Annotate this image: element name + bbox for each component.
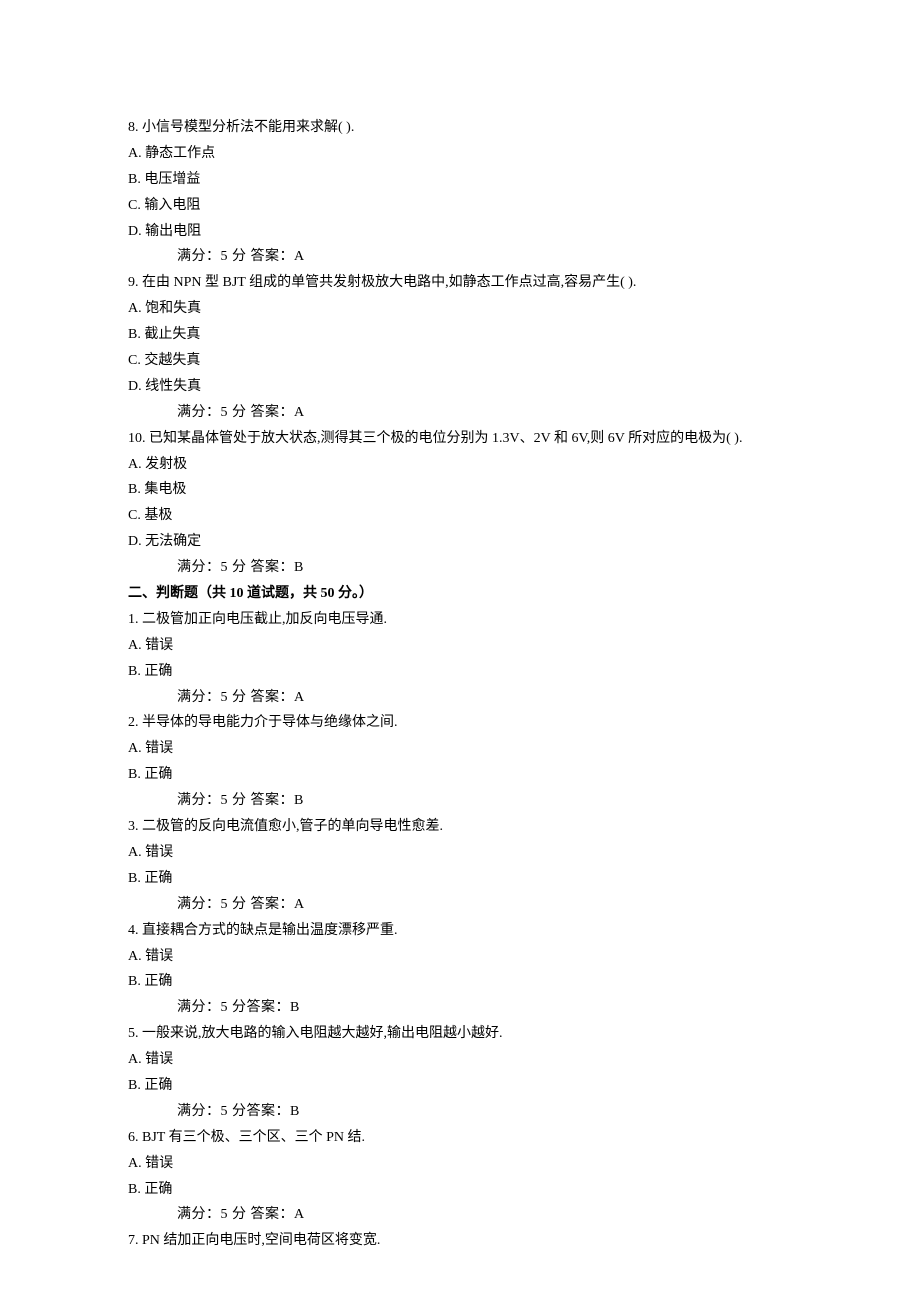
- questions_mc-question: 9. 在由 NPN 型 BJT 组成的单管共发射极放大电路中,如静态工作点过高,…: [128, 270, 792, 425]
- score-answer-line: 满分：5 分 答案：B: [128, 555, 792, 581]
- questions_tf-question: 1. 二极管加正向电压截止,加反向电压导通.A. 错误B. 正确满分：5 分 答…: [128, 607, 792, 711]
- question-stem: 10. 已知某晶体管处于放大状态,测得其三个极的电位分别为 1.3V、2V 和 …: [128, 426, 792, 452]
- question-stem: 3. 二极管的反向电流值愈小,管子的单向导电性愈差.: [128, 814, 792, 840]
- option: C. 基极: [128, 503, 792, 529]
- question-text: 一般来说,放大电路的输入电阻越大越好,输出电阻越小越好.: [139, 1026, 503, 1041]
- option: C. 交越失真: [128, 348, 792, 374]
- questions_tf-question: 4. 直接耦合方式的缺点是输出温度漂移严重.A. 错误B. 正确满分：5 分答案…: [128, 918, 792, 1022]
- questions_mc-question: 10. 已知某晶体管处于放大状态,测得其三个极的电位分别为 1.3V、2V 和 …: [128, 426, 792, 581]
- option: B. 正确: [128, 659, 792, 685]
- question-stem: 1. 二极管加正向电压截止,加反向电压导通.: [128, 607, 792, 633]
- score-answer-line: 满分：5 分 答案：A: [128, 685, 792, 711]
- option: A. 错误: [128, 736, 792, 762]
- option: A. 错误: [128, 1151, 792, 1177]
- question-stem: 8. 小信号模型分析法不能用来求解( ).: [128, 115, 792, 141]
- question-text: 直接耦合方式的缺点是输出温度漂移严重.: [139, 923, 398, 938]
- question-stem: 4. 直接耦合方式的缺点是输出温度漂移严重.: [128, 918, 792, 944]
- option: A. 错误: [128, 633, 792, 659]
- option: A. 错误: [128, 1047, 792, 1073]
- option: A. 错误: [128, 944, 792, 970]
- option: C. 输入电阻: [128, 193, 792, 219]
- questions_tf-question: 3. 二极管的反向电流值愈小,管子的单向导电性愈差.A. 错误B. 正确满分：5…: [128, 814, 792, 918]
- option: B. 正确: [128, 762, 792, 788]
- questions_tf-question: 7. PN 结加正向电压时,空间电荷区将变宽.: [128, 1228, 792, 1254]
- option: B. 正确: [128, 1177, 792, 1203]
- question-text: 二极管加正向电压截止,加反向电压导通.: [139, 612, 388, 627]
- questions_tf-question: 2. 半导体的导电能力介于导体与绝缘体之间.A. 错误B. 正确满分：5 分 答…: [128, 710, 792, 814]
- question-stem: 7. PN 结加正向电压时,空间电荷区将变宽.: [128, 1228, 792, 1254]
- option: B. 正确: [128, 1073, 792, 1099]
- questions_tf-question: 6. BJT 有三个极、三个区、三个 PN 结.A. 错误B. 正确满分：5 分…: [128, 1125, 792, 1229]
- question-stem: 9. 在由 NPN 型 BJT 组成的单管共发射极放大电路中,如静态工作点过高,…: [128, 270, 792, 296]
- question-stem: 2. 半导体的导电能力介于导体与绝缘体之间.: [128, 710, 792, 736]
- score-answer-line: 满分：5 分答案：B: [128, 1099, 792, 1125]
- question-number: 1.: [128, 612, 139, 627]
- question-number: 7.: [128, 1233, 139, 1248]
- question-text: PN 结加正向电压时,空间电荷区将变宽.: [139, 1233, 381, 1248]
- question-number: 6.: [128, 1130, 139, 1145]
- question-stem: 6. BJT 有三个极、三个区、三个 PN 结.: [128, 1125, 792, 1151]
- option: A. 静态工作点: [128, 141, 792, 167]
- option: B. 电压增益: [128, 167, 792, 193]
- option: A. 错误: [128, 840, 792, 866]
- option: B. 集电极: [128, 477, 792, 503]
- score-answer-line: 满分：5 分 答案：A: [128, 400, 792, 426]
- question-text: 在由 NPN 型 BJT 组成的单管共发射极放大电路中,如静态工作点过高,容易产…: [139, 275, 637, 290]
- question-number: 5.: [128, 1026, 139, 1041]
- option: B. 正确: [128, 969, 792, 995]
- question-stem: 5. 一般来说,放大电路的输入电阻越大越好,输出电阻越小越好.: [128, 1021, 792, 1047]
- section-header-judgment: 二、判断题（共 10 道试题，共 50 分。）: [128, 581, 792, 607]
- option: B. 截止失真: [128, 322, 792, 348]
- question-number: 10.: [128, 431, 146, 446]
- question-text: 已知某晶体管处于放大状态,测得其三个极的电位分别为 1.3V、2V 和 6V,则…: [146, 431, 743, 446]
- score-answer-line: 满分：5 分答案：B: [128, 995, 792, 1021]
- question-text: BJT 有三个极、三个区、三个 PN 结.: [139, 1130, 365, 1145]
- option: D. 无法确定: [128, 529, 792, 555]
- question-number: 2.: [128, 715, 139, 730]
- question-number: 8.: [128, 120, 139, 135]
- option: A. 饱和失真: [128, 296, 792, 322]
- question-text: 二极管的反向电流值愈小,管子的单向导电性愈差.: [139, 819, 444, 834]
- question-text: 小信号模型分析法不能用来求解( ).: [139, 120, 355, 135]
- option: D. 输出电阻: [128, 219, 792, 245]
- questions_tf-question: 5. 一般来说,放大电路的输入电阻越大越好,输出电阻越小越好.A. 错误B. 正…: [128, 1021, 792, 1125]
- question-number: 3.: [128, 819, 139, 834]
- score-answer-line: 满分：5 分 答案：A: [128, 1202, 792, 1228]
- option: D. 线性失真: [128, 374, 792, 400]
- questions_mc-question: 8. 小信号模型分析法不能用来求解( ).A. 静态工作点B. 电压增益C. 输…: [128, 115, 792, 270]
- score-answer-line: 满分：5 分 答案：B: [128, 788, 792, 814]
- question-text: 半导体的导电能力介于导体与绝缘体之间.: [139, 715, 398, 730]
- question-number: 9.: [128, 275, 139, 290]
- score-answer-line: 满分：5 分 答案：A: [128, 244, 792, 270]
- question-number: 4.: [128, 923, 139, 938]
- option: B. 正确: [128, 866, 792, 892]
- option: A. 发射极: [128, 452, 792, 478]
- score-answer-line: 满分：5 分 答案：A: [128, 892, 792, 918]
